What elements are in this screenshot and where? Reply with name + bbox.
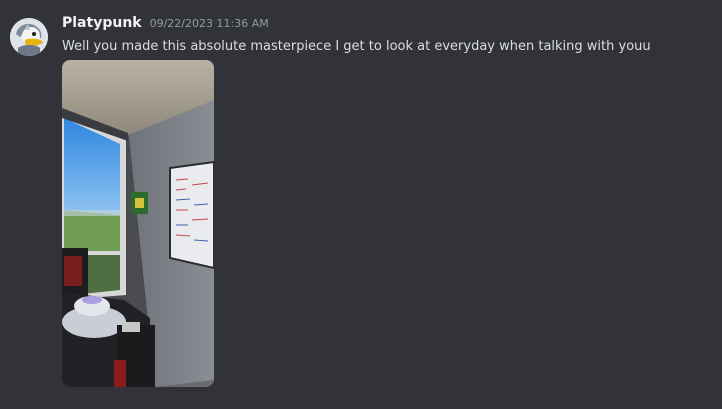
username[interactable]: Platypunk: [62, 15, 142, 31]
image-attachment[interactable]: [62, 60, 214, 387]
photo-icon: [62, 60, 214, 387]
chat-message: Platypunk 09/22/2023 11:36 AM Well you m…: [0, 0, 722, 409]
message-header: Platypunk 09/22/2023 11:36 AM: [62, 15, 269, 37]
timestamp: 09/22/2023 11:36 AM: [149, 17, 269, 30]
message-text: Well you made this absolute masterpiece …: [62, 39, 651, 54]
platypus-avatar-icon: [10, 18, 48, 56]
avatar[interactable]: [10, 18, 48, 56]
